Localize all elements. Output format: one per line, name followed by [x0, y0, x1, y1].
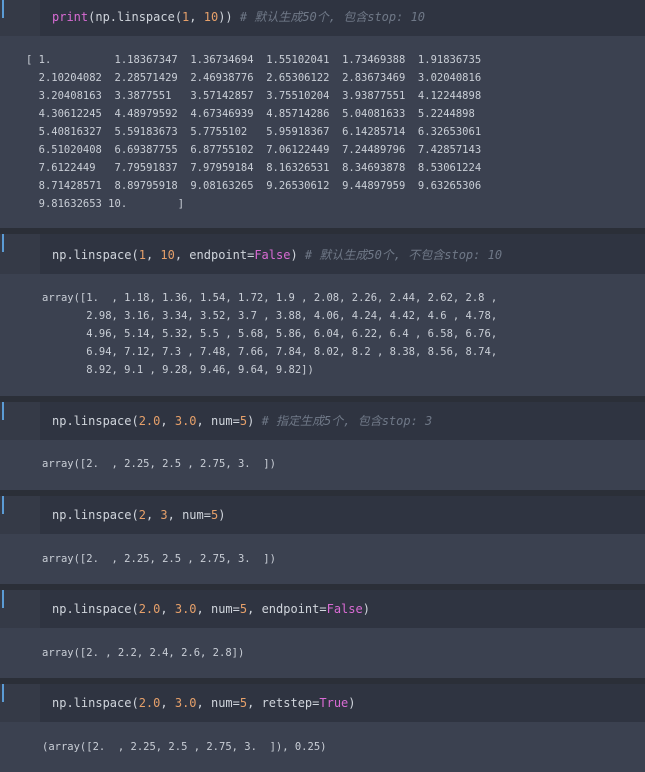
output-line: 8.92, 9.1 , 9.28, 9.46, 9.64, 9.82]) — [42, 364, 314, 376]
input-cell-3[interactable]: np.linspace(2.0, 3.0, num=5) # 指定生成5个, 包… — [0, 402, 645, 440]
output-line: 8.71428571 8.89795918 9.08163265 9.26530… — [26, 180, 482, 192]
cell-selection-bar — [2, 496, 4, 514]
code-token: , — [160, 414, 175, 428]
code-line[interactable]: np.linspace(2.0, 3.0, num=5) # 指定生成5个, 包… — [52, 413, 432, 429]
code-token: 3.0 — [174, 414, 197, 428]
code-token: np.linspace( — [52, 508, 139, 522]
output-line: 7.6122449 7.79591837 7.97959184 8.163265… — [26, 162, 482, 174]
code-token: 2.0 — [138, 602, 161, 616]
code-token: , num= — [167, 508, 211, 522]
code-token: ) — [218, 508, 226, 522]
output-text: array([2. , 2.25, 2.5 , 2.75, 3. ]) — [42, 550, 276, 568]
code-token: # 默认生成50个, 包含stop: 10 — [239, 10, 426, 24]
cell-selection-bar — [2, 0, 4, 18]
code-token: 10 — [203, 10, 219, 24]
output-line: 2.10204082 2.28571429 2.46938776 2.65306… — [26, 72, 482, 84]
code-token: 2 — [138, 508, 146, 522]
output-cell-5: array([2. , 2.2, 2.4, 2.6, 2.8]) — [0, 628, 645, 678]
output-cell-2: array([1. , 1.18, 1.36, 1.54, 1.72, 1.9 … — [0, 274, 645, 396]
output-line: 6.94, 7.12, 7.3 , 7.48, 7.66, 7.84, 8.02… — [42, 346, 498, 358]
cell-prompt — [0, 0, 40, 36]
code-line[interactable]: np.linspace(2.0, 3.0, num=5, retstep=Tru… — [52, 695, 356, 711]
code-token: , endpoint= — [174, 248, 255, 262]
output-text: [ 1. 1.18367347 1.36734694 1.55102041 1.… — [26, 51, 481, 213]
output-line: 2.98, 3.16, 3.34, 3.52, 3.7 , 3.88, 4.06… — [42, 310, 498, 322]
code-token: , num= — [196, 696, 240, 710]
input-cell-5[interactable]: np.linspace(2.0, 3.0, num=5, endpoint=Fa… — [0, 590, 645, 628]
code-token: # 指定生成5个, 包含stop: 3 — [261, 414, 433, 428]
cell-selection-bar — [2, 590, 4, 608]
output-line: 5.40816327 5.59183673 5.7755102 5.959183… — [26, 126, 482, 138]
output-line: 4.30612245 4.48979592 4.67346939 4.85714… — [26, 108, 475, 120]
code-token: , — [145, 508, 161, 522]
code-token: , num= — [196, 602, 240, 616]
code-line[interactable]: np.linspace(2.0, 3.0, num=5, endpoint=Fa… — [52, 601, 370, 617]
input-cell-1[interactable]: print(np.linspace(1, 10)) # 默认生成50个, 包含s… — [0, 0, 645, 36]
cell-selection-bar — [2, 402, 4, 420]
output-line: 9.81632653 10. ] — [26, 198, 185, 210]
code-token: # 默认生成50个, 不包含stop: 10 — [304, 248, 503, 262]
output-cell-1: [ 1. 1.18367347 1.36734694 1.55102041 1.… — [0, 36, 645, 228]
code-token: , — [160, 602, 175, 616]
code-token: np.linspace( — [52, 696, 139, 710]
code-token: 3 — [160, 508, 168, 522]
output-text: array([2. , 2.25, 2.5 , 2.75, 3. ]) — [42, 455, 276, 473]
output-line: array([1. , 1.18, 1.36, 1.54, 1.72, 1.9 … — [42, 292, 498, 304]
code-token: ) — [247, 414, 262, 428]
code-token: , retstep= — [247, 696, 320, 710]
code-token: np.linspace( — [52, 602, 139, 616]
output-line: 4.96, 5.14, 5.32, 5.5 , 5.68, 5.86, 6.04… — [42, 328, 498, 340]
input-cell-4[interactable]: np.linspace(2, 3, num=5) — [0, 496, 645, 534]
input-cell-6[interactable]: np.linspace(2.0, 3.0, num=5, retstep=Tru… — [0, 684, 645, 722]
output-cell-3: array([2. , 2.25, 2.5 , 2.75, 3. ]) — [0, 440, 645, 490]
code-token: np.linspace( — [52, 248, 139, 262]
cell-prompt — [0, 234, 40, 274]
output-line: array([2. , 2.25, 2.5 , 2.75, 3. ]) — [42, 553, 276, 565]
output-text: array([2. , 2.2, 2.4, 2.6, 2.8]) — [42, 644, 244, 662]
code-token: , endpoint= — [247, 602, 327, 616]
code-token: , — [145, 248, 161, 262]
code-token: ) — [348, 696, 356, 710]
output-line: array([2. , 2.25, 2.5 , 2.75, 3. ]) — [42, 458, 276, 470]
code-token: True — [319, 696, 349, 710]
code-token: , num= — [196, 414, 240, 428]
code-token: 2.0 — [138, 414, 161, 428]
input-cell-2[interactable]: np.linspace(1, 10, endpoint=False) # 默认生… — [0, 234, 645, 274]
cell-prompt — [0, 496, 40, 534]
code-token: 1 — [138, 248, 146, 262]
code-token: 3.0 — [174, 696, 197, 710]
code-token: , — [160, 696, 175, 710]
code-token: ) — [362, 602, 370, 616]
output-text: (array([2. , 2.25, 2.5 , 2.75, 3. ]), 0.… — [42, 738, 326, 756]
output-line: 6.51020408 6.69387755 6.87755102 7.06122… — [26, 144, 482, 156]
code-token: ) — [290, 248, 305, 262]
output-cell-6: (array([2. , 2.25, 2.5 , 2.75, 3. ]), 0.… — [0, 722, 645, 772]
output-line: array([2. , 2.2, 2.4, 2.6, 2.8]) — [42, 647, 245, 659]
code-token: )) — [218, 10, 240, 24]
code-token: , — [189, 10, 204, 24]
code-line[interactable]: np.linspace(2, 3, num=5) — [52, 507, 225, 523]
cell-prompt — [0, 402, 40, 440]
output-line: [ 1. 1.18367347 1.36734694 1.55102041 1.… — [26, 54, 482, 66]
code-line[interactable]: print(np.linspace(1, 10)) # 默认生成50个, 包含s… — [52, 9, 425, 25]
code-token: 2.0 — [138, 696, 161, 710]
output-text: array([1. , 1.18, 1.36, 1.54, 1.72, 1.9 … — [42, 289, 497, 379]
cell-prompt — [0, 590, 40, 628]
output-line: (array([2. , 2.25, 2.5 , 2.75, 3. ]), 0.… — [42, 741, 327, 753]
code-token: 10 — [160, 248, 175, 262]
cell-selection-bar — [2, 684, 4, 702]
output-cell-4: array([2. , 2.25, 2.5 , 2.75, 3. ]) — [0, 534, 645, 584]
code-token: False — [254, 248, 291, 262]
output-line: 3.20408163 3.3877551 3.57142857 3.755102… — [26, 90, 482, 102]
code-token: 3.0 — [174, 602, 197, 616]
cell-selection-bar — [2, 234, 4, 252]
code-token: np.linspace( — [52, 414, 139, 428]
code-line[interactable]: np.linspace(1, 10, endpoint=False) # 默认生… — [52, 247, 502, 263]
code-token: False — [326, 602, 363, 616]
code-token: (np.linspace( — [88, 10, 183, 24]
cell-prompt — [0, 684, 40, 722]
code-token: print — [52, 10, 89, 24]
